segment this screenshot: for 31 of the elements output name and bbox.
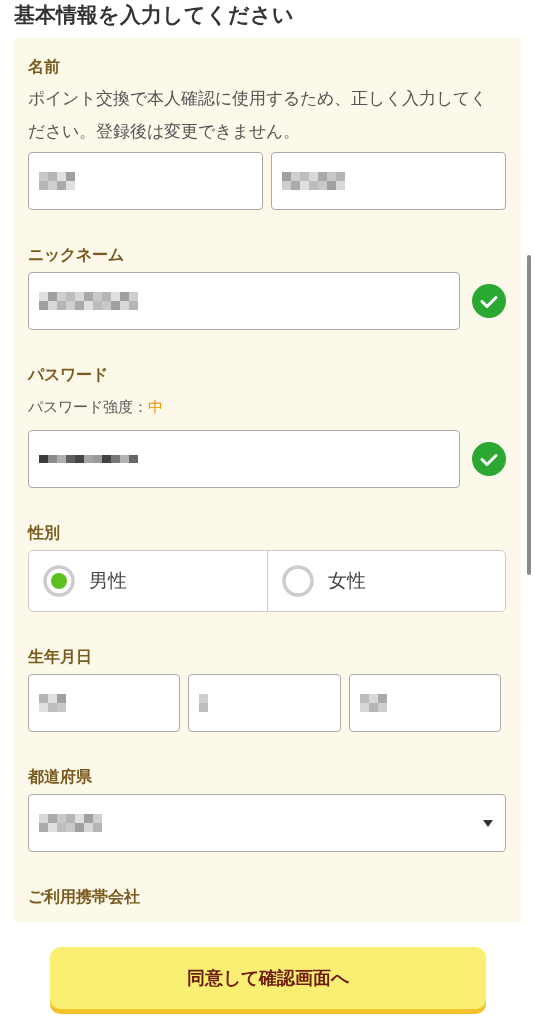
redacted-value [359,694,387,712]
page-title: 基本情報を入力してください [13,2,295,29]
radio-button[interactable] [43,565,75,597]
radio-label: 男性 [89,568,127,593]
radio-label: 女性 [327,568,366,593]
strength-level: 中 [148,397,163,418]
field-label: 都道府県 [28,766,92,788]
redacted-value [39,814,102,832]
field-label: ニックネーム [28,244,124,266]
redacted-value [199,694,209,712]
strength-label: パスワード強度： [28,397,148,418]
field-label: 名前 [28,56,60,78]
field-label: 生年月日 [28,646,92,668]
input-field[interactable] [28,430,460,488]
prefecture-select[interactable] [28,794,506,852]
field-note: ポイント交換で本人確認に使用するため、正しく入力してください。登録後は変更できません。 [28,88,488,143]
scrollbar[interactable] [527,255,531,575]
input-field[interactable] [28,272,460,330]
input-field[interactable] [188,674,341,732]
field-label: 性別 [28,522,60,544]
redacted-value [39,694,66,712]
input-field[interactable] [28,674,181,732]
field-label: パスワード [28,364,108,386]
dropdown-caret-icon [483,819,493,827]
input-field[interactable] [271,152,506,210]
redacted-value [39,172,75,190]
redacted-value [282,172,345,190]
field-label: ご利用携帯会社 [28,886,140,908]
input-field[interactable] [348,674,501,732]
input-field[interactable] [28,152,263,210]
radio-button[interactable] [281,565,314,597]
